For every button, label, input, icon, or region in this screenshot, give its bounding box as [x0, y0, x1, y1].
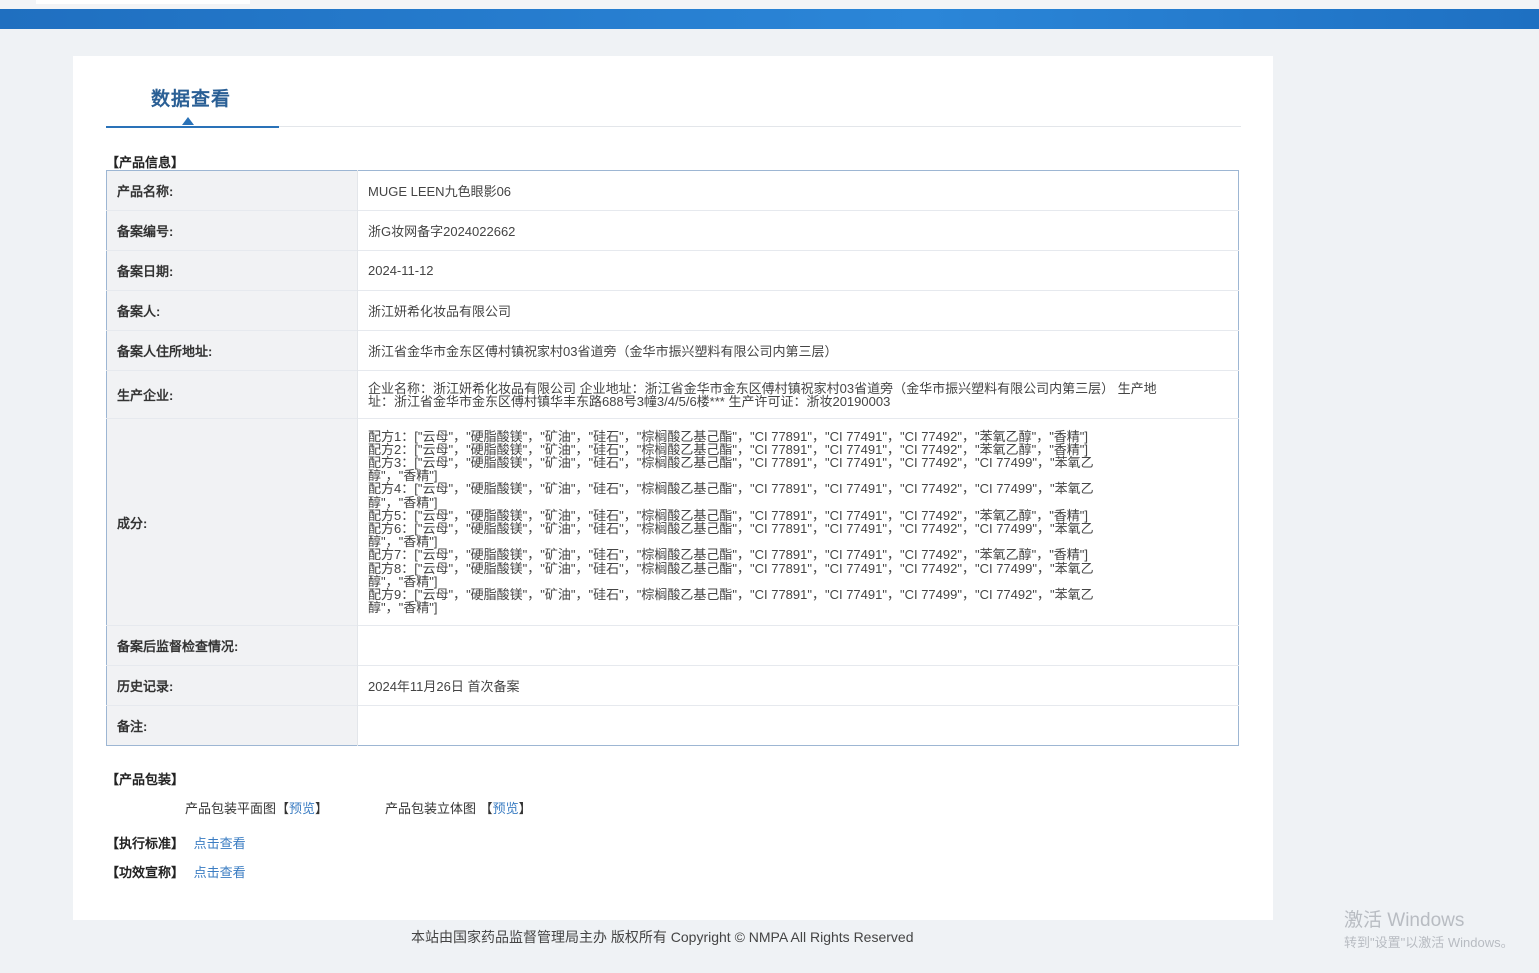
product-name: MUGE LEEN九色眼影06	[368, 184, 512, 199]
table-row: 备案后监督检查情况:	[106, 625, 1239, 666]
section-standard: 【执行标准】 点击查看	[106, 833, 246, 852]
content-card: 数据查看 【产品信息】 产品名称: MUGE LEEN九色眼影06 备案编号: …	[73, 56, 1273, 920]
ingredient-line: 配方6：["云母"，"硬脂酸镁"，"矿油"，"硅石"，"棕榈酸乙基己酯"，"CI…	[368, 521, 1094, 536]
section-packaging: 【产品包装】	[106, 772, 185, 787]
packaging-flat: 产品包装平面图【预览】	[185, 798, 328, 817]
product-info-table: 产品名称: MUGE LEEN九色眼影06 备案编号: 浙G妆网备字202402…	[106, 170, 1239, 746]
bracket-open: 【	[479, 801, 493, 816]
bracket-close: 】	[315, 801, 329, 816]
ingredient-line: 配方8：["云母"，"硬脂酸镁"，"矿油"，"硅石"，"棕榈酸乙基己酯"，"CI…	[368, 560, 1094, 576]
ingredient-line: 醇"，"香精"]	[368, 600, 438, 616]
tab-data-view[interactable]: 数据查看	[106, 56, 279, 128]
table-row: 生产企业: 企业名称：浙江妍希化妆品有限公司 企业地址：浙江省金华市金东区傅村镇…	[106, 370, 1239, 419]
packaging-solid-label: 产品包装立体图	[385, 801, 480, 816]
ingredient-line: 配方9：["云母"，"硬脂酸镁"，"矿油"，"硅石"，"棕榈酸乙基己酯"，"CI…	[368, 587, 1094, 603]
standard-label: 【执行标准】	[106, 836, 185, 851]
browser-top-strip	[0, 0, 1539, 9]
ingredient-line: 配方3：["云母"，"硬脂酸镁"，"矿油"，"硅石"，"棕榈酸乙基己酯"，"CI…	[368, 454, 1094, 470]
ingredient-line: 醇"，"香精"]	[368, 494, 438, 510]
inspection-value	[357, 625, 1239, 666]
packaging-solid: 产品包装立体图 【预览】	[385, 798, 532, 817]
reg-no-label: 备案编号:	[106, 210, 358, 251]
ingredients-label: 成分:	[106, 418, 358, 626]
table-row: 成分: 配方1：["云母"，"硬脂酸镁"，"矿油"，"硅石"，"棕榈酸乙基己酯"…	[106, 418, 1239, 626]
preview-solid-link[interactable]: 预览	[493, 801, 519, 816]
windows-activation-title: 激活 Windows	[1344, 910, 1465, 931]
inspection-label: 备案后监督检查情况:	[106, 625, 358, 666]
packaging-flat-label: 产品包装平面图	[185, 801, 277, 816]
efficacy-view-link[interactable]: 点击查看	[194, 865, 246, 880]
remarks-label: 备注:	[106, 705, 358, 746]
ingredient-line: 配方1：["云母"，"硬脂酸镁"，"矿油"，"硅石"，"棕榈酸乙基己酯"，"CI…	[368, 428, 1089, 444]
efficacy-label: 【功效宣称】	[106, 865, 185, 880]
table-row: 备案编号: 浙G妆网备字2024022662	[106, 210, 1239, 251]
ingredient-line: 配方2：["云母"，"硬脂酸镁"，"矿油"，"硅石"，"棕榈酸乙基己酯"，"CI…	[368, 441, 1089, 457]
name-label: 产品名称:	[106, 170, 358, 211]
ingredient-line: 配方4：["云母"，"硬脂酸镁"，"矿油"，"硅石"，"棕榈酸乙基己酯"，"CI…	[368, 481, 1094, 497]
remarks-value	[357, 705, 1239, 746]
table-row: 历史记录: 2024年11月26日 首次备案	[106, 665, 1239, 706]
browser-tab[interactable]	[36, 0, 250, 4]
registrant-label: 备案人:	[106, 290, 358, 331]
page-title: 数据查看	[151, 89, 232, 110]
address-label: 备案人住所地址:	[106, 330, 358, 371]
footer-copyright: 本站由国家药品监督管理局主办 版权所有 Copyright © NMPA All…	[411, 929, 914, 945]
ingredient-line: 配方7：["云母"，"硬脂酸镁"，"矿油"，"硅石"，"棕榈酸乙基己酯"，"CI…	[368, 547, 1089, 563]
table-row: 备案人: 浙江妍希化妆品有限公司	[106, 290, 1239, 331]
section-efficacy: 【功效宣称】 点击查看	[106, 862, 246, 881]
title-bar: 数据查看	[106, 56, 1241, 128]
bracket-close: 】	[518, 801, 532, 816]
preview-flat-link[interactable]: 预览	[289, 801, 315, 816]
section-product-info: 【产品信息】	[106, 155, 185, 170]
header-banner	[0, 9, 1539, 29]
history-label: 历史记录:	[106, 665, 358, 706]
reg-date: 2024-11-12	[357, 250, 1239, 291]
address: 浙江省金华市金东区傅村镇祝家村03省道旁（金华市振兴塑料有限公司内第三层）	[357, 330, 1239, 371]
manufacturer: 企业名称：浙江妍希化妆品有限公司 企业地址：浙江省金华市金东区傅村镇祝家村03省…	[357, 370, 1239, 419]
ingredients-cell: 配方1：["云母"，"硬脂酸镁"，"矿油"，"硅石"，"棕榈酸乙基己酯"，"CI…	[357, 418, 1239, 626]
reg-no: 浙G妆网备字2024022662	[357, 210, 1239, 251]
table-row: 产品名称: MUGE LEEN九色眼影06	[106, 170, 1239, 211]
table-row: 备案日期: 2024-11-12	[106, 250, 1239, 291]
manufacturer-label: 生产企业:	[106, 370, 358, 419]
history-value: 2024年11月26日 首次备案	[357, 665, 1239, 706]
registrant: 浙江妍希化妆品有限公司	[357, 290, 1239, 331]
windows-activation-hint: 转到"设置"以激活 Windows。	[1344, 935, 1514, 950]
table-row: 备注:	[106, 705, 1239, 746]
active-tab-caret-icon	[182, 117, 194, 125]
standard-view-link[interactable]: 点击查看	[194, 836, 246, 851]
reg-date-label: 备案日期:	[106, 250, 358, 291]
table-row: 备案人住所地址: 浙江省金华市金东区傅村镇祝家村03省道旁（金华市振兴塑料有限公…	[106, 330, 1239, 371]
bracket-open: 【	[276, 801, 290, 816]
